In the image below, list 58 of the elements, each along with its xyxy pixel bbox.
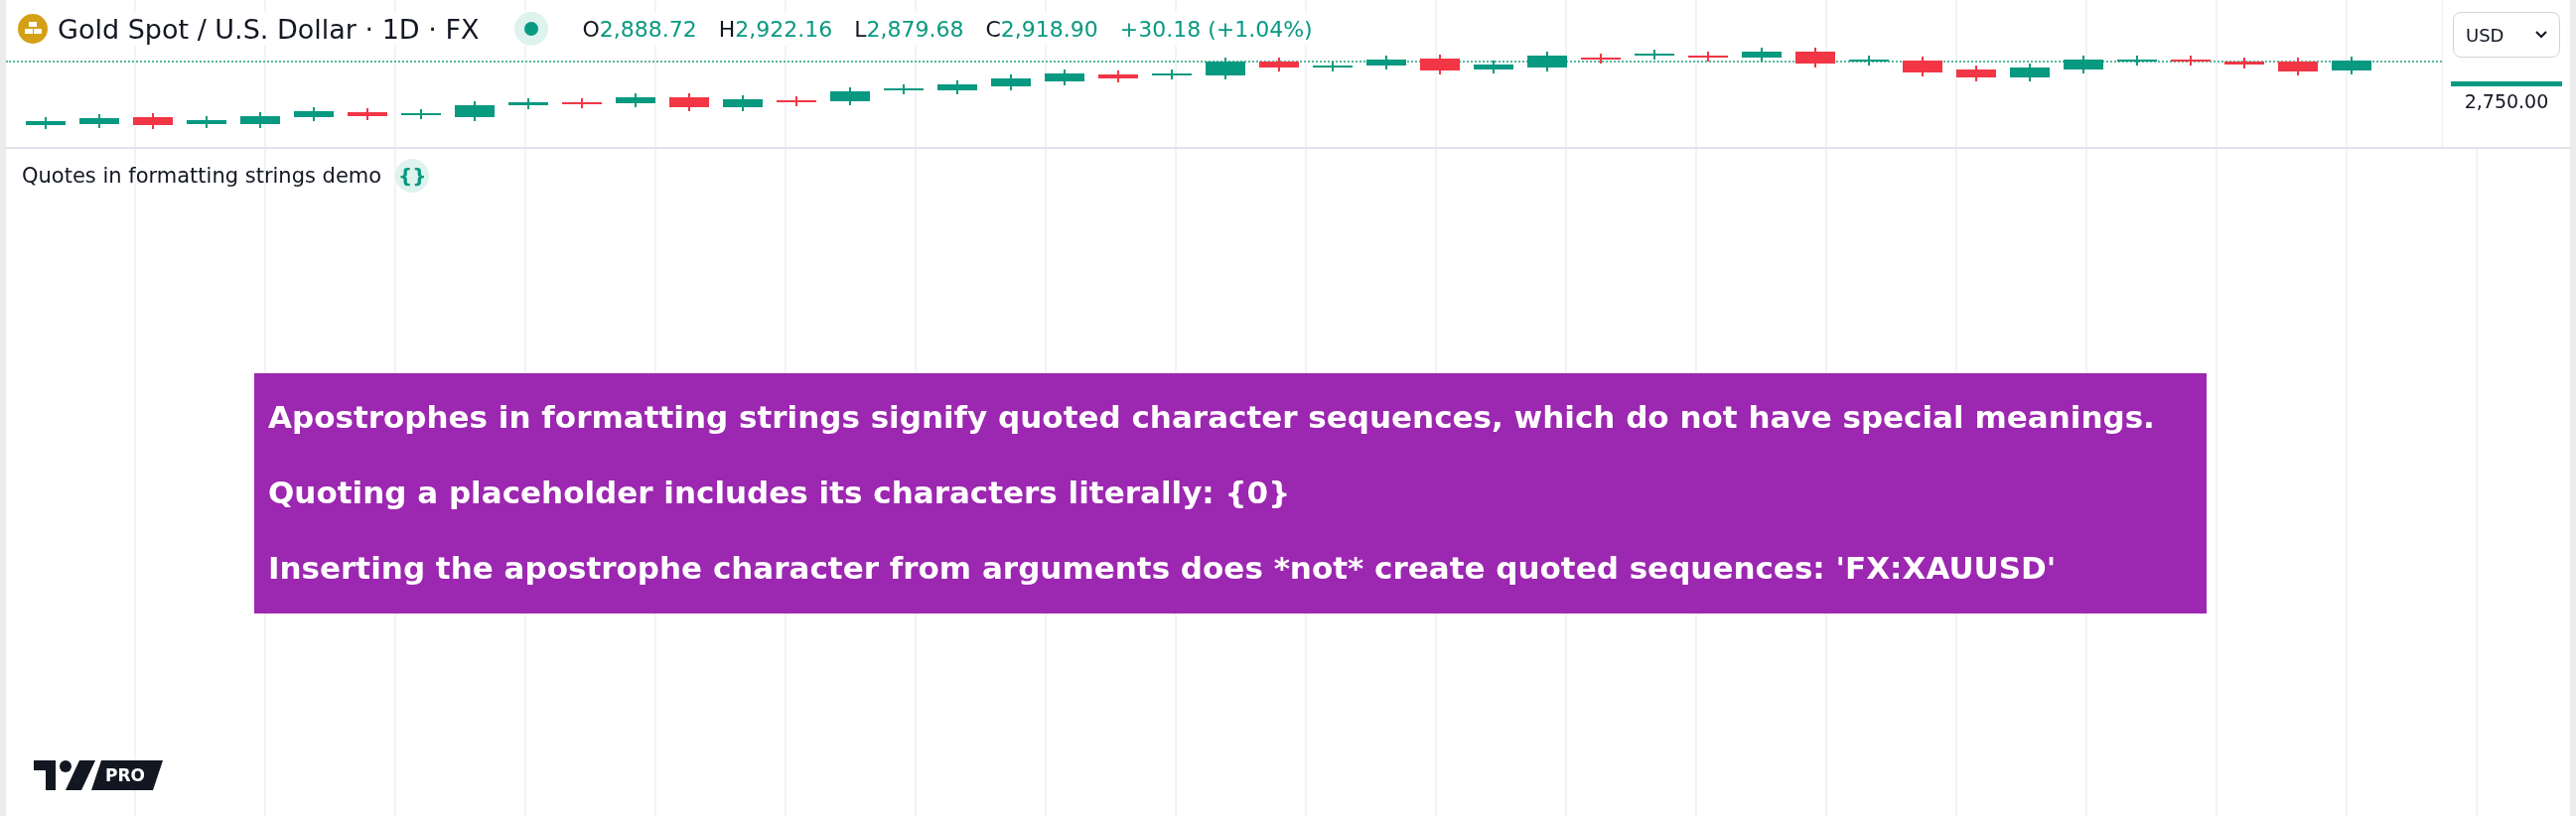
candle	[2224, 57, 2264, 69]
table-cell-text: Quoting a placeholder includes its characters literally: {0}	[267, 474, 1292, 512]
currency-select[interactable]: USD	[2453, 12, 2560, 58]
price-scale-label: 2,750.00	[2464, 90, 2549, 112]
candle	[401, 108, 441, 120]
candle	[1045, 68, 1084, 86]
candle	[2117, 55, 2157, 67]
candle	[133, 112, 173, 130]
candle	[2278, 57, 2318, 76]
candle	[79, 113, 119, 129]
candle	[2332, 56, 2371, 75]
candle	[2064, 55, 2103, 74]
candle	[884, 83, 924, 95]
candle	[1688, 51, 1728, 63]
candle	[1259, 57, 1299, 72]
symbol-title: Gold Spot / U.S. Dollar · 1D · FX	[58, 13, 480, 45]
candle	[1206, 57, 1245, 80]
candle	[1474, 60, 1513, 74]
candle	[723, 94, 763, 112]
candle	[1527, 51, 1567, 72]
candle	[991, 73, 1031, 91]
candle	[1903, 56, 1942, 77]
candle	[1366, 55, 1406, 70]
candle	[187, 115, 226, 129]
indicator-title: Quotes in formatting strings demo	[22, 164, 382, 188]
candle	[240, 111, 280, 129]
candle	[26, 116, 66, 130]
candle	[1313, 61, 1353, 72]
ohlc-value: L2,879.68	[854, 16, 964, 42]
candle	[2171, 55, 2211, 67]
candle	[1956, 65, 1996, 82]
candle	[1742, 47, 1782, 63]
candle	[937, 79, 977, 95]
ohlc-value: C2,918.90	[985, 16, 1098, 42]
table-cell-text: Apostrophes in formatting strings signify quoted character sequences, which do not have special meanings.	[267, 398, 2156, 437]
candle	[1849, 55, 1889, 67]
candle	[348, 107, 387, 121]
chevron-down-icon	[2535, 31, 2547, 39]
ohlc-value: H2,922.16	[718, 16, 833, 42]
candle	[508, 97, 548, 110]
candle	[2010, 63, 2050, 82]
candle	[1635, 49, 1674, 61]
candle	[830, 86, 870, 106]
candle	[294, 106, 334, 122]
logo-mark-icon	[34, 760, 95, 790]
candle	[1420, 54, 1460, 75]
table-cell-text: Inserting the apostrophe character from arguments does *not* create quoted sequences: 'FX:XAUUSD'	[267, 549, 2058, 588]
ohlc-value: O2,888.72	[582, 16, 697, 42]
candle	[669, 92, 709, 112]
candle	[1795, 47, 1835, 68]
candle	[1152, 68, 1192, 80]
candle	[777, 95, 816, 107]
candle	[616, 92, 655, 108]
price-change: +30.18 (+1.04%)	[1119, 16, 1313, 42]
candle	[455, 100, 495, 122]
candle	[562, 97, 602, 109]
candle	[1581, 53, 1621, 65]
candle	[1098, 69, 1138, 83]
